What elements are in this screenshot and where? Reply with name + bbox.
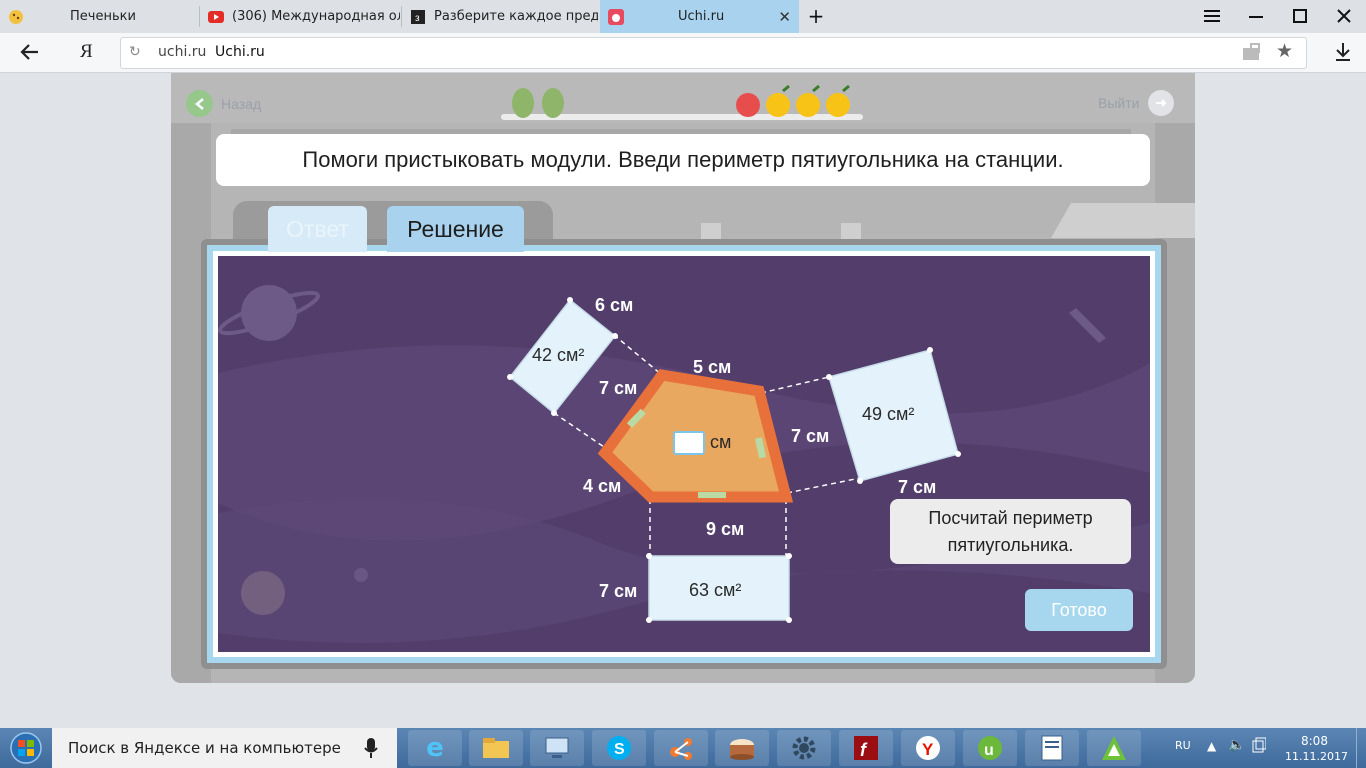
android-app-icon[interactable] <box>1087 730 1141 766</box>
close-window-icon[interactable] <box>1328 4 1360 28</box>
label-bottom-area: 63 см² <box>689 580 741 600</box>
browser-tab-youtube[interactable]: (306) Международная олим <box>200 0 400 33</box>
svg-text:u: u <box>984 742 994 759</box>
label-pent-left: 4 см <box>583 476 621 496</box>
perimeter-unit: см <box>710 432 732 452</box>
skype-icon[interactable]: S <box>592 730 646 766</box>
label-right-bottom: 7 см <box>898 477 936 497</box>
url-title: Uchi.ru <box>215 44 265 60</box>
tab-close-icon[interactable]: ✕ <box>778 8 791 26</box>
label-right-area: 49 см² <box>862 404 914 424</box>
clock-time: 8:08 <box>1301 734 1328 748</box>
volume-icon[interactable]: 🔈 <box>1228 737 1245 753</box>
label-bottom-side: 7 см <box>599 581 637 601</box>
perimeter-input[interactable] <box>673 431 705 455</box>
language-indicator[interactable]: RU <box>1175 739 1191 752</box>
tab-title: Uchi.ru <box>678 9 725 24</box>
reload-icon[interactable]: ↻ <box>129 44 141 60</box>
folder-icon[interactable] <box>469 730 523 766</box>
taskbar-search-field[interactable]: Поиск в Яндексе и на компьютере <box>52 728 397 768</box>
url-field[interactable]: ↻ uchi.ru Uchi.ru ★ <box>120 37 1307 69</box>
znanija-icon: з <box>410 9 426 25</box>
network-tray-icon[interactable] <box>1252 737 1267 756</box>
label-pent-top: 5 см <box>693 357 731 377</box>
computer-icon[interactable] <box>530 730 584 766</box>
cookie-icon <box>8 9 24 25</box>
show-desktop-button[interactable] <box>1356 728 1366 768</box>
lock-icon[interactable] <box>1242 43 1260 65</box>
label-pent-bottom: 9 см <box>706 519 744 539</box>
cake-app-icon[interactable] <box>715 730 769 766</box>
label-top-left-area: 42 см² <box>532 345 584 365</box>
utorrent-icon[interactable]: u <box>963 730 1017 766</box>
label-pent-upper-left: 7 см <box>599 378 637 398</box>
tab-title: Разберите каждое предлож <box>434 9 598 24</box>
done-button[interactable]: Готово <box>1025 589 1133 631</box>
url-domain: uchi.ru <box>158 44 207 60</box>
address-bar: Я ↻ uchi.ru Uchi.ru ★ <box>0 33 1366 73</box>
svg-text:S: S <box>614 741 625 758</box>
maximize-icon[interactable] <box>1284 4 1316 28</box>
label-top-left-side: 6 см <box>595 295 633 315</box>
browser-tab-uchi[interactable]: Uchi.ru ✕ <box>600 0 799 33</box>
tab-title: (306) Международная олим <box>232 9 400 24</box>
lesson-card: Назад Выйти Помоги пристыковать модули. … <box>171 73 1195 683</box>
minimize-icon[interactable] <box>1240 4 1272 28</box>
browser-tab-bar: Печеньки (306) Международная олим з Разб… <box>0 0 1366 33</box>
ie-icon[interactable]: e <box>408 730 462 766</box>
youtube-icon <box>208 9 224 25</box>
svg-text:з: з <box>415 13 420 24</box>
flash-player-icon[interactable]: f <box>839 730 893 766</box>
clock-date: 11.11.2017 <box>1285 750 1348 763</box>
yandex-browser-icon[interactable]: Y <box>901 730 955 766</box>
svg-text:Y: Y <box>922 740 934 759</box>
windows-start-icon[interactable] <box>8 732 44 768</box>
browser-tab-znanija[interactable]: з Разберите каждое предлож <box>402 0 598 33</box>
label-pent-right: 7 см <box>791 426 829 446</box>
settings-gear-icon[interactable] <box>777 730 831 766</box>
new-tab-button[interactable]: + <box>800 4 832 28</box>
tab-title: Печеньки <box>70 9 136 24</box>
tray-expand-icon[interactable]: ▲ <box>1207 739 1216 753</box>
uchi-icon <box>608 8 624 25</box>
bookmark-star-icon[interactable]: ★ <box>1276 40 1293 62</box>
yandex-logo[interactable]: Я <box>80 41 93 63</box>
page-content: Назад Выйти Помоги пристыковать модули. … <box>0 73 1366 728</box>
taskbar-search-text: Поиск в Яндексе и на компьютере <box>68 739 341 757</box>
download-icon[interactable] <box>1334 42 1352 66</box>
menu-icon[interactable] <box>1196 4 1228 28</box>
hint-bubble: Посчитай периметр пятиугольника. <box>890 499 1131 564</box>
browser-tab-pechenki[interactable]: Печеньки <box>0 0 198 33</box>
microphone-icon[interactable] <box>364 737 378 763</box>
document-app-icon[interactable] <box>1025 730 1079 766</box>
back-arrow-icon[interactable] <box>18 41 42 67</box>
network-app-icon[interactable] <box>654 730 708 766</box>
windows-taskbar: Поиск в Яндексе и на компьютере e S f Y … <box>0 728 1366 768</box>
